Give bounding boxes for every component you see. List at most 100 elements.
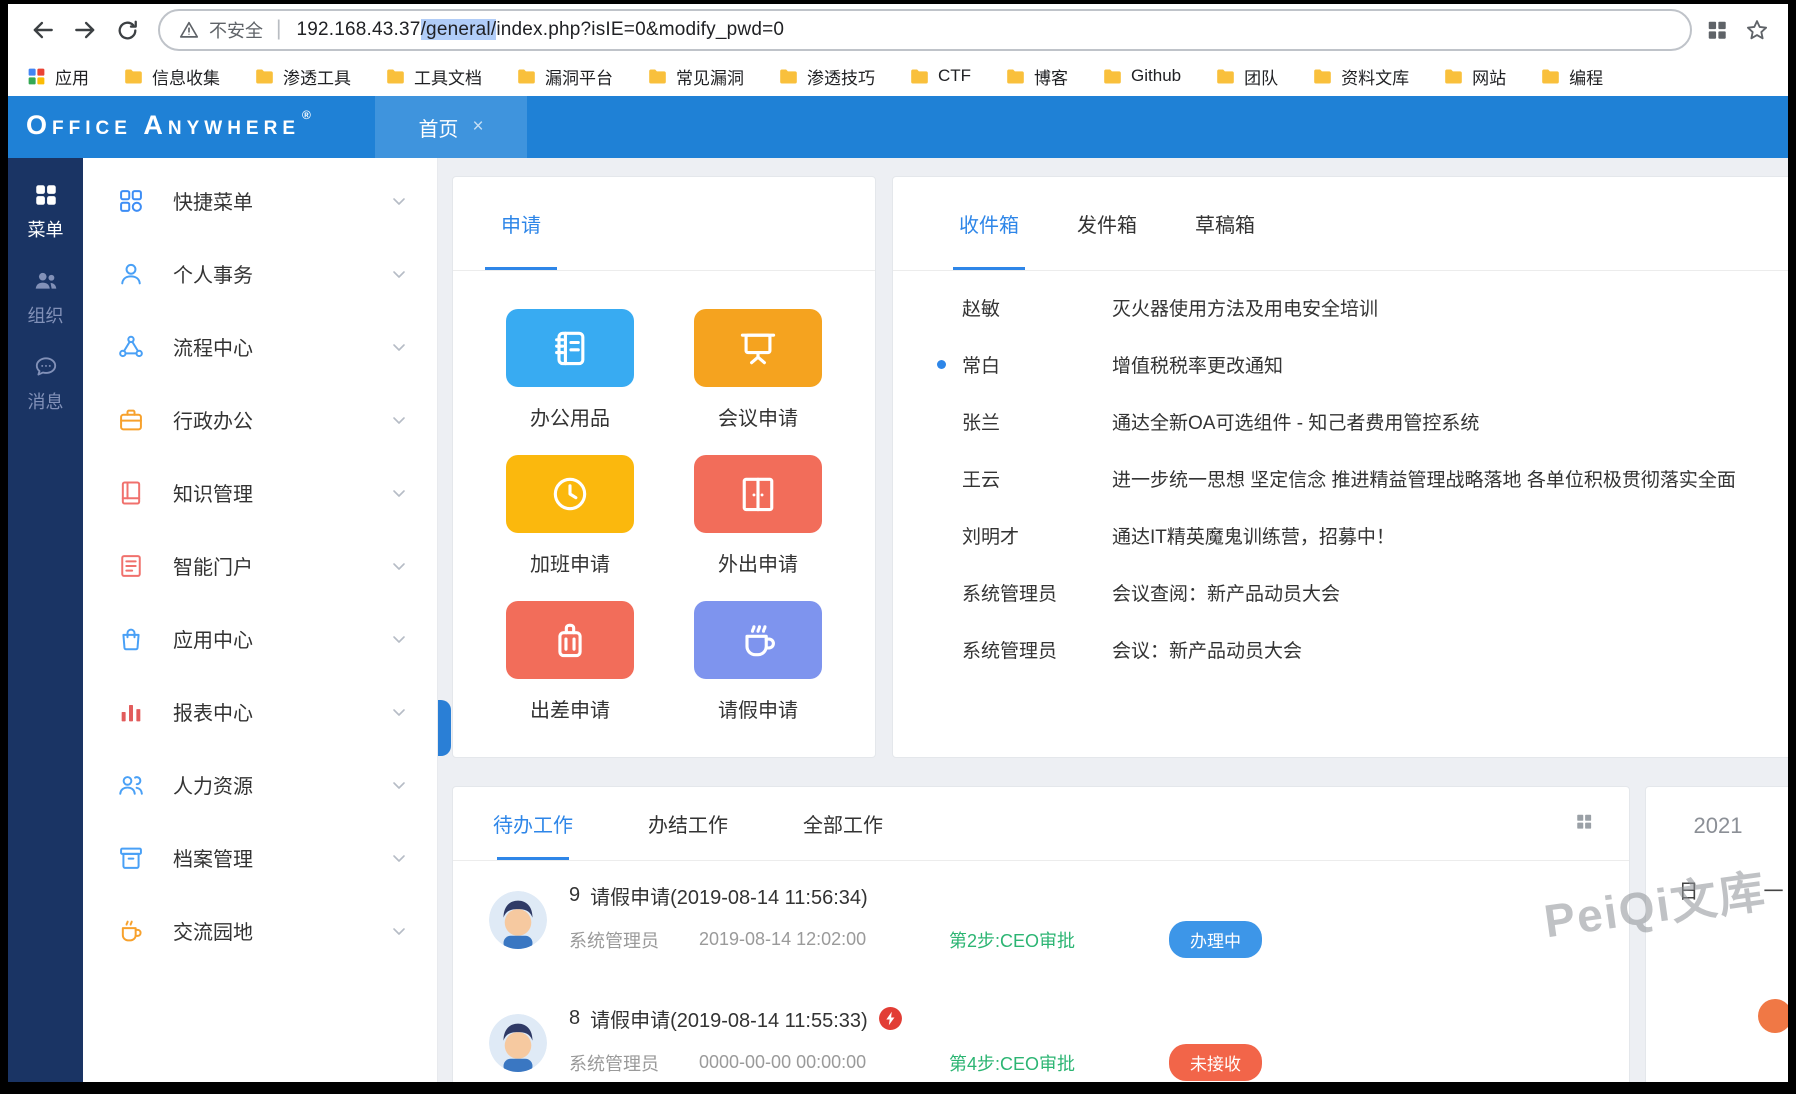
tab-groups-icon[interactable] xyxy=(1706,19,1728,41)
chat-bubble-icon xyxy=(33,354,59,380)
tab-drafts[interactable]: 草稿箱 xyxy=(1195,177,1255,270)
bookmark-folder-item[interactable]: 博客 xyxy=(1005,64,1068,89)
folder-icon xyxy=(1540,66,1561,87)
address-bar[interactable]: 不安全 | 192.168.43.37/general/index.php?is… xyxy=(158,9,1692,51)
mail-list-item[interactable]: 系统管理员 会议：新产品动员大会 xyxy=(893,621,1788,678)
tab-outbox[interactable]: 发件箱 xyxy=(1077,177,1137,270)
sidebar-item-quick-menu[interactable]: 快捷菜单 xyxy=(83,164,437,237)
app-tile-going-out[interactable]: 外出申请 xyxy=(692,455,824,577)
tab-label: 首页 xyxy=(418,113,458,142)
rail-item-messages[interactable]: 消息 xyxy=(28,354,64,414)
sidebar-item-personal[interactable]: 个人事务 xyxy=(83,237,437,310)
sidebar-item-label: 知识管理 xyxy=(173,478,391,507)
app-tile-label: 出差申请 xyxy=(530,694,610,723)
back-button[interactable] xyxy=(22,9,64,51)
clock-icon xyxy=(506,455,634,533)
url-text[interactable]: 192.168.43.37/general/index.php?isIE=0&m… xyxy=(296,19,784,41)
chevron-down-icon xyxy=(391,850,407,866)
work-list-item[interactable]: 9 请假申请(2019-08-14 11:56:34) 系统管理员 201 xyxy=(489,865,1629,974)
bookmark-label: 资料文库 xyxy=(1341,64,1409,89)
bookmark-folder-item[interactable]: Github xyxy=(1102,66,1181,87)
app-tile-meeting[interactable]: 会议申请 xyxy=(692,309,824,431)
bookmark-folder-item[interactable]: 工具文档 xyxy=(385,64,482,89)
app-tile-leave[interactable]: 请假申请 xyxy=(692,601,824,723)
tab-inbox[interactable]: 收件箱 xyxy=(959,177,1019,270)
sidebar-item-label: 报表中心 xyxy=(173,697,391,726)
presentation-icon xyxy=(694,309,822,387)
tab-apply[interactable]: 申请 xyxy=(501,177,541,270)
folder-icon xyxy=(1443,66,1464,87)
sidebar-item-app-center[interactable]: 应用中心 xyxy=(83,602,437,675)
sidebar-item-community[interactable]: 交流园地 xyxy=(83,894,437,967)
sidebar-item-portal[interactable]: 智能门户 xyxy=(83,529,437,602)
main-content: 申请 办公用品 会议申请 xyxy=(438,158,1788,1082)
work-item-time: 2019-08-14 12:02:00 xyxy=(699,929,949,950)
bookmark-folder-item[interactable]: 网站 xyxy=(1443,64,1506,89)
app-tile-label: 办公用品 xyxy=(530,402,610,431)
sidebar-item-workflow[interactable]: 流程中心 xyxy=(83,310,437,383)
tab-pending-work[interactable]: 待办工作 xyxy=(493,787,573,860)
mail-list-item[interactable]: 王云 进一步统一思想 坚定信念 推进精益管理战略落地 各单位积极贯彻落实全面 xyxy=(893,450,1788,507)
rail-item-org[interactable]: 组织 xyxy=(28,268,64,328)
bookmark-folder-item[interactable]: 信息收集 xyxy=(123,64,220,89)
tab-finished-work[interactable]: 办结工作 xyxy=(648,787,728,860)
mail-list-item[interactable]: 张兰 通达全新OA可选组件 - 知己者费用管控系统 xyxy=(893,393,1788,450)
grid-icon xyxy=(117,187,147,215)
left-rail: 菜单 组织 消息 xyxy=(8,158,83,1082)
security-warning-icon[interactable] xyxy=(178,19,200,41)
sidebar-item-reports[interactable]: 报表中心 xyxy=(83,675,437,748)
archive-box-icon xyxy=(117,844,147,872)
sidebar-collapse-handle[interactable] xyxy=(438,700,451,756)
bookmark-folder-item[interactable]: 编程 xyxy=(1540,64,1603,89)
mail-list-item[interactable]: 赵敏 灭火器使用方法及用电安全培训 xyxy=(893,279,1788,336)
bookmark-folder-item[interactable]: 渗透工具 xyxy=(254,64,351,89)
reload-button[interactable] xyxy=(106,9,148,51)
bookmark-star-icon[interactable] xyxy=(1744,17,1770,43)
bookmark-folder-item[interactable]: 渗透技巧 xyxy=(778,64,875,89)
bookmark-folder-item[interactable]: 漏洞平台 xyxy=(516,64,613,89)
rail-item-menu[interactable]: 菜单 xyxy=(28,182,64,242)
sidebar-item-label: 流程中心 xyxy=(173,332,391,361)
mail-sender: 系统管理员 xyxy=(962,579,1112,606)
grid-view-icon[interactable] xyxy=(1575,812,1593,835)
coffee-cup-icon xyxy=(694,601,822,679)
bookmark-folder-item[interactable]: 资料文库 xyxy=(1312,64,1409,89)
mail-list: 赵敏 灭火器使用方法及用电安全培训 常白 增值税税率更改通知 xyxy=(893,271,1788,678)
app-tile-office-supplies[interactable]: 办公用品 xyxy=(504,309,636,431)
notebook-icon xyxy=(506,309,634,387)
chevron-down-icon xyxy=(391,923,407,939)
app-tile-overtime[interactable]: 加班申请 xyxy=(504,455,636,577)
folder-icon xyxy=(1215,66,1236,87)
mail-list-item[interactable]: 系统管理员 会议查阅：新产品动员大会 xyxy=(893,564,1788,621)
work-item-main: 9 请假申请(2019-08-14 11:56:34) 系统管理员 201 xyxy=(569,881,1629,958)
sidebar-item-hr[interactable]: 人力资源 xyxy=(83,748,437,821)
user-icon xyxy=(117,260,147,288)
tab-close-icon[interactable]: × xyxy=(472,116,483,138)
calendar-date-badge[interactable] xyxy=(1758,999,1788,1033)
app-header: Office Anywhere® 首页 × xyxy=(8,96,1788,158)
sidebar-item-label: 行政办公 xyxy=(173,405,391,434)
mail-list-item[interactable]: 刘明才 通达IT精英魔鬼训练营，招募中！ xyxy=(893,507,1788,564)
chevron-down-icon xyxy=(391,777,407,793)
app-tile-business-trip[interactable]: 出差申请 xyxy=(504,601,636,723)
status-badge: 未接收 xyxy=(1169,1044,1262,1081)
tab-all-work[interactable]: 全部工作 xyxy=(803,787,883,860)
forward-button[interactable] xyxy=(64,9,106,51)
bookmark-folder-item[interactable]: CTF xyxy=(909,66,971,87)
bookmark-folder-item[interactable]: 常见漏洞 xyxy=(647,64,744,89)
sidebar-item-archives[interactable]: 档案管理 xyxy=(83,821,437,894)
mail-subject: 通达IT精英魔鬼训练营，招募中！ xyxy=(1112,522,1788,549)
rail-label: 组织 xyxy=(28,302,64,328)
sidebar-menu: 快捷菜单 个人事务 流程中心 行政办公 xyxy=(83,158,438,1082)
work-list-item[interactable]: 8 请假申请(2019-08-14 11:55:33) 系统管理员 000 xyxy=(489,988,1629,1082)
sidebar-item-knowledge[interactable]: 知识管理 xyxy=(83,456,437,529)
bookmark-folder-item[interactable]: 团队 xyxy=(1215,64,1278,89)
mail-list-item[interactable]: 常白 增值税税率更改通知 xyxy=(893,336,1788,393)
mail-subject: 会议：新产品动员大会 xyxy=(1112,636,1788,663)
url-selection: /general/ xyxy=(421,19,497,40)
work-item-time: 0000-00-00 00:00:00 xyxy=(699,1052,949,1073)
bookmark-apps[interactable]: 应用 xyxy=(26,64,89,89)
tab-home[interactable]: 首页 × xyxy=(375,96,527,158)
mail-subject: 进一步统一思想 坚定信念 推进精益管理战略落地 各单位积极贯彻落实全面 xyxy=(1112,465,1788,492)
sidebar-item-admin-office[interactable]: 行政办公 xyxy=(83,383,437,456)
